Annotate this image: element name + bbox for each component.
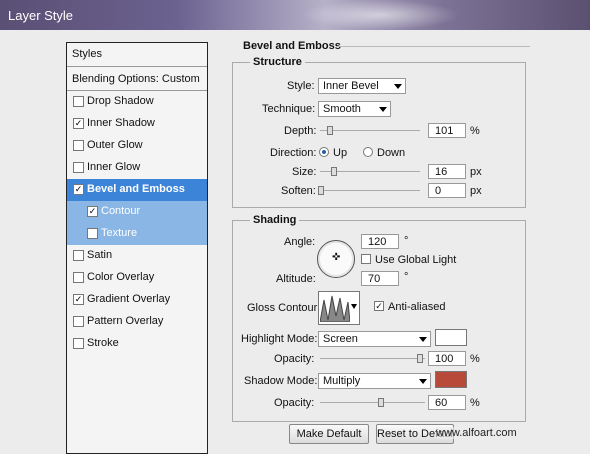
style-dropdown[interactable]: Inner Bevel [318,78,406,94]
style-item-contour[interactable]: ✓ Contour [67,201,207,223]
direction-up-label: Up [333,147,348,159]
technique-dropdown[interactable]: Smooth [318,101,391,117]
window-title: Layer Style [8,8,74,23]
soften-unit: px [470,185,482,197]
pattern-overlay-checkbox[interactable] [73,316,84,327]
color-overlay-checkbox[interactable] [73,272,84,283]
chevron-down-icon [419,337,427,342]
gloss-contour-picker[interactable] [318,291,360,325]
crosshair-icon: ✜ [332,252,341,263]
highlight-opacity-label: Opacity: [274,353,315,365]
shadow-opacity-input[interactable]: 60 [428,395,466,410]
section-divider [336,46,530,47]
contour-checkbox[interactable]: ✓ [87,206,98,217]
soften-input[interactable]: 0 [428,183,466,198]
blending-options-label: Blending Options: Custom [72,73,200,85]
style-item-drop-shadow[interactable]: Drop Shadow [67,91,207,113]
highlight-mode-dropdown[interactable]: Screen [318,331,431,347]
depth-label: Depth: [284,125,317,137]
styles-header[interactable]: Styles [67,43,207,67]
shadow-mode-label: Shadow Mode: [244,375,318,387]
highlight-opacity-thumb[interactable] [417,354,423,363]
angle-input[interactable]: 120 [361,234,399,249]
altitude-unit: ° [404,271,409,283]
title-bar: Layer Style [0,0,590,30]
inner-glow-checkbox[interactable] [73,162,84,173]
styles-panel: Styles Blending Options: Custom Drop Sha… [66,42,208,454]
shadow-color-swatch[interactable] [435,371,467,388]
angle-wheel[interactable]: ✜ [317,240,355,278]
style-item-texture[interactable]: Texture [67,223,207,245]
size-input[interactable]: 16 [428,164,466,179]
global-light-checkbox[interactable] [361,254,371,264]
angle-label: Angle: [284,236,316,248]
soften-label: Soften: [281,185,316,197]
shadow-opacity-track[interactable] [320,402,425,403]
size-label: Size: [292,166,317,178]
highlight-opacity-track[interactable] [320,358,425,359]
size-unit: px [470,166,482,178]
gloss-contour-label: Gloss Contour: [247,302,321,314]
shadow-opacity-unit: % [470,397,480,409]
global-light-label: Use Global Light [375,254,457,266]
style-item-bevel-emboss[interactable]: ✓ Bevel and Emboss [67,179,207,201]
direction-label: Direction: [270,147,317,159]
highlight-opacity-input[interactable]: 100 [428,351,466,366]
direction-up-radio[interactable] [319,147,329,157]
depth-slider-thumb[interactable] [327,126,333,135]
style-item-pattern-overlay[interactable]: Pattern Overlay [67,311,207,333]
structure-title: Structure [250,56,305,68]
style-item-stroke[interactable]: Stroke [67,333,207,355]
angle-unit: ° [404,235,409,247]
chevron-down-icon [419,379,427,384]
shadow-mode-dropdown[interactable]: Multiply [318,373,431,389]
shadow-opacity-thumb[interactable] [378,398,384,407]
style-item-gradient-overlay[interactable]: ✓ Gradient Overlay [67,289,207,311]
make-default-button[interactable]: Make Default [289,424,369,444]
inner-shadow-checkbox[interactable]: ✓ [73,118,84,129]
soften-slider-track[interactable] [320,190,420,191]
shading-title: Shading [250,214,300,226]
style-item-inner-shadow[interactable]: ✓ Inner Shadow [67,113,207,135]
outer-glow-checkbox[interactable] [73,140,84,151]
style-item-color-overlay[interactable]: Color Overlay [67,267,207,289]
chevron-down-icon [394,84,402,89]
section-title: Bevel and Emboss [243,40,341,52]
direction-down-label: Down [377,147,406,159]
depth-slider-track[interactable] [320,130,420,131]
highlight-color-swatch[interactable] [435,329,467,346]
bevel-emboss-checkbox[interactable]: ✓ [73,184,84,195]
altitude-label: Altitude: [276,273,316,285]
texture-checkbox[interactable] [87,228,98,239]
shading-group [232,220,526,422]
antialiased-label: Anti-aliased [388,301,446,313]
drop-shadow-checkbox[interactable] [73,96,84,107]
size-slider-thumb[interactable] [331,167,337,176]
style-label: Style: [287,80,315,92]
highlight-mode-label: Highlight Mode: [241,333,318,345]
style-item-satin[interactable]: Satin [67,245,207,267]
highlight-opacity-unit: % [470,353,480,365]
blending-options-item[interactable]: Blending Options: Custom [67,67,207,91]
chevron-down-icon [379,107,387,112]
style-item-outer-glow[interactable]: Outer Glow [67,135,207,157]
contour-curve-icon [320,295,350,322]
gradient-overlay-checkbox[interactable]: ✓ [73,294,84,305]
stroke-checkbox[interactable] [73,338,84,349]
shadow-opacity-label: Opacity: [274,397,315,409]
technique-label: Technique: [262,103,316,115]
antialiased-checkbox[interactable]: ✓ [374,301,384,311]
chevron-down-icon [351,304,357,309]
styles-header-label: Styles [72,48,102,60]
depth-unit: % [470,125,480,137]
depth-input[interactable]: 101 [428,123,466,138]
style-item-inner-glow[interactable]: Inner Glow [67,157,207,179]
soften-slider-thumb[interactable] [318,186,324,195]
altitude-input[interactable]: 70 [361,271,399,286]
direction-down-radio[interactable] [363,147,373,157]
watermark-text: www.alfoart.com [436,427,517,439]
satin-checkbox[interactable] [73,250,84,261]
